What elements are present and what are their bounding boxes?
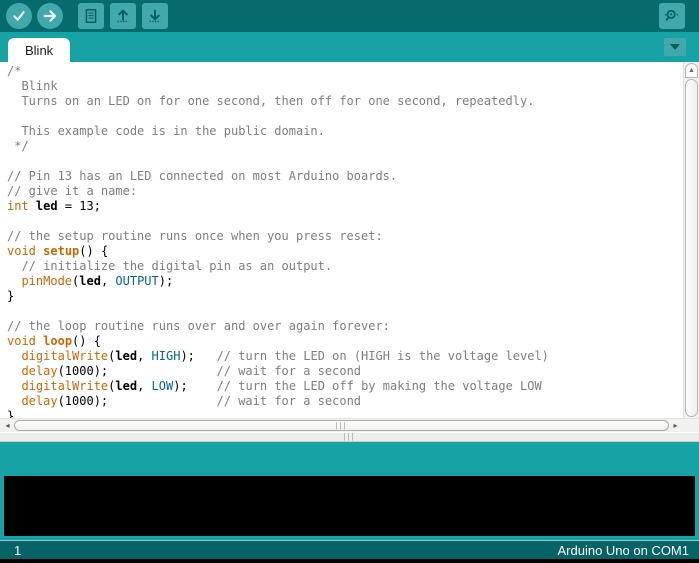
horizontal-scrollbar-row: ◂ ||| ▸ [0,418,699,432]
tab-strip: Blink [0,32,699,62]
editor-area: /* Blink Turns on an LED on for one seco… [0,62,699,418]
upload-button[interactable] [37,3,63,29]
vertical-scrollbar[interactable]: ▲ [683,62,699,418]
check-icon [9,6,29,26]
status-and-console-area [0,442,699,540]
scroll-right-arrow-icon[interactable]: ▸ [669,420,682,431]
code-lines[interactable]: /* Blink Turns on an LED on for one seco… [0,62,683,418]
new-sketch-button[interactable] [78,3,104,29]
serial-monitor-button[interactable] [659,3,685,29]
magnifier-icon [662,6,682,26]
scrollbar-corner [683,419,699,432]
open-button[interactable] [110,3,136,29]
horizontal-scrollbar[interactable]: ◂ ||| ▸ [0,419,683,432]
editor-console-splitter[interactable]: ||| [0,432,699,442]
line-number: 1 [14,543,21,558]
save-button[interactable] [142,3,168,29]
scrollbar-grip: ||| [335,422,347,430]
document-icon [81,6,101,26]
scroll-up-arrow-icon[interactable]: ▲ [685,63,698,78]
console-output [4,476,695,536]
tab-blink[interactable]: Blink [8,38,70,62]
arrow-down-icon [145,6,165,26]
status-bar: 1 Arduino Uno on COM1 [0,540,699,559]
board-port-label: Arduino Uno on COM1 [557,543,689,558]
tab-menu-button[interactable] [664,38,686,56]
splitter-grip: ||| [343,433,355,441]
horizontal-scrollbar-thumb[interactable]: ||| [14,420,669,431]
arduino-ide-window: Blink /* Blink Turns on an LED on for on… [0,0,699,563]
toolbar [0,0,699,32]
arrow-up-icon [113,6,133,26]
vertical-scrollbar-thumb[interactable] [685,79,698,417]
chevron-down-icon [668,42,682,52]
tab-label: Blink [25,43,53,58]
scroll-left-arrow-icon[interactable]: ◂ [1,420,14,431]
verify-button[interactable] [6,3,32,29]
window-bottom-edge [0,559,699,563]
arrow-right-icon [40,6,60,26]
